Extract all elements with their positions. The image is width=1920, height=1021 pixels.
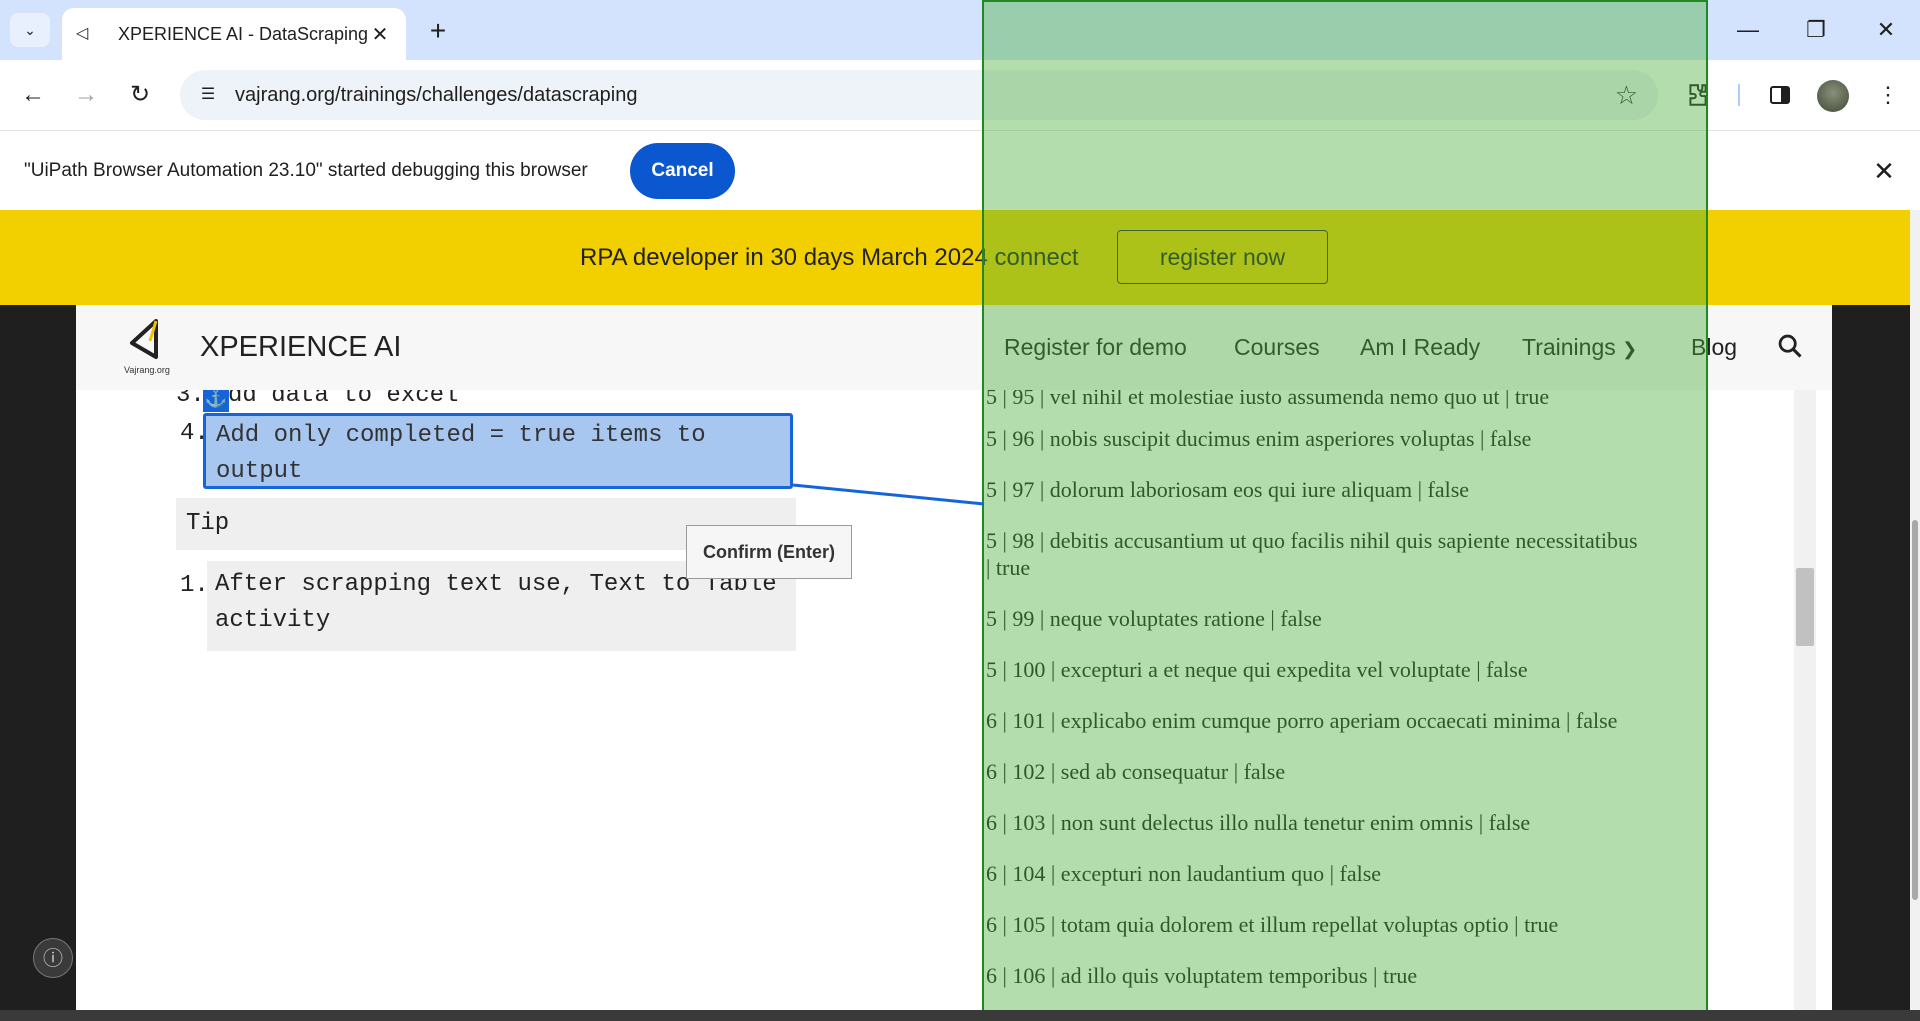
browser-menu-icon[interactable]: ⋮ xyxy=(1870,77,1906,113)
site-info-icon[interactable]: ☰ xyxy=(196,83,220,107)
toolbar-separator xyxy=(1738,84,1740,106)
back-button[interactable]: ← xyxy=(15,77,51,113)
side-panel-icon[interactable] xyxy=(1762,77,1798,113)
profile-avatar[interactable] xyxy=(1817,80,1849,112)
window-close-button[interactable]: ✕ xyxy=(1856,12,1916,48)
selected-step-4-element[interactable]: Add only completed = true items to outpu… xyxy=(203,413,793,489)
anchor-icon[interactable]: ⚓ xyxy=(203,390,229,412)
infobar-close-icon[interactable]: ✕ xyxy=(1866,153,1902,189)
vajrang-logo-icon: ◁ xyxy=(76,25,89,42)
page-gutter-right xyxy=(1832,305,1910,1021)
page-scrollbar-thumb[interactable] xyxy=(1912,520,1918,900)
uipath-target-highlight xyxy=(982,0,1708,1021)
cancel-debugging-button[interactable]: Cancel xyxy=(630,143,735,199)
tip-label: Tip xyxy=(186,510,230,537)
reload-button[interactable]: ↻ xyxy=(122,77,158,113)
minimize-button[interactable]: — xyxy=(1718,12,1778,48)
inner-scrollbar-thumb[interactable] xyxy=(1796,568,1814,646)
confirm-selection-button[interactable]: Confirm (Enter) xyxy=(686,525,852,579)
tab-search-button[interactable]: ⌄ xyxy=(10,13,50,47)
page-gutter-left xyxy=(0,305,76,1021)
tab-title: XPERIENCE AI - DataScraping xyxy=(117,23,369,44)
inner-scrollbar-track[interactable] xyxy=(1794,390,1816,1021)
taskbar-edge xyxy=(0,1010,1920,1021)
tip-text-line2: activity xyxy=(215,607,331,634)
url-text[interactable]: vajrang.org/trainings/challenges/datascr… xyxy=(235,70,637,120)
tip-item-number: 1. xyxy=(180,572,209,599)
search-icon[interactable] xyxy=(1776,332,1806,362)
step-4-text-line1: Add only completed = true items to xyxy=(216,422,706,449)
site-brand[interactable]: XPERIENCE AI xyxy=(200,305,401,390)
step-3-number: 3. xyxy=(176,390,205,409)
restore-button[interactable]: ❐ xyxy=(1786,12,1846,48)
info-icon[interactable]: ⓘ xyxy=(33,938,73,978)
page-scrollbar[interactable] xyxy=(1910,210,1920,1021)
site-logo[interactable]: Vajrang.org xyxy=(124,317,170,377)
new-tab-button[interactable]: + xyxy=(420,14,456,50)
chevron-down-icon: ⌄ xyxy=(24,21,36,38)
step-3-text: dd data to excel xyxy=(228,390,459,409)
debugging-message: "UiPath Browser Automation 23.10" starte… xyxy=(24,160,588,181)
forward-button[interactable]: → xyxy=(68,77,104,113)
logo-caption: Vajrang.org xyxy=(124,365,170,375)
step-4-text-line2: output xyxy=(216,458,303,485)
tab-close-icon[interactable]: ✕ xyxy=(368,22,392,47)
vajrang-logo-icon xyxy=(130,319,158,359)
active-tab[interactable]: ◁ XPERIENCE AI - DataScraping ✕ xyxy=(62,8,406,60)
